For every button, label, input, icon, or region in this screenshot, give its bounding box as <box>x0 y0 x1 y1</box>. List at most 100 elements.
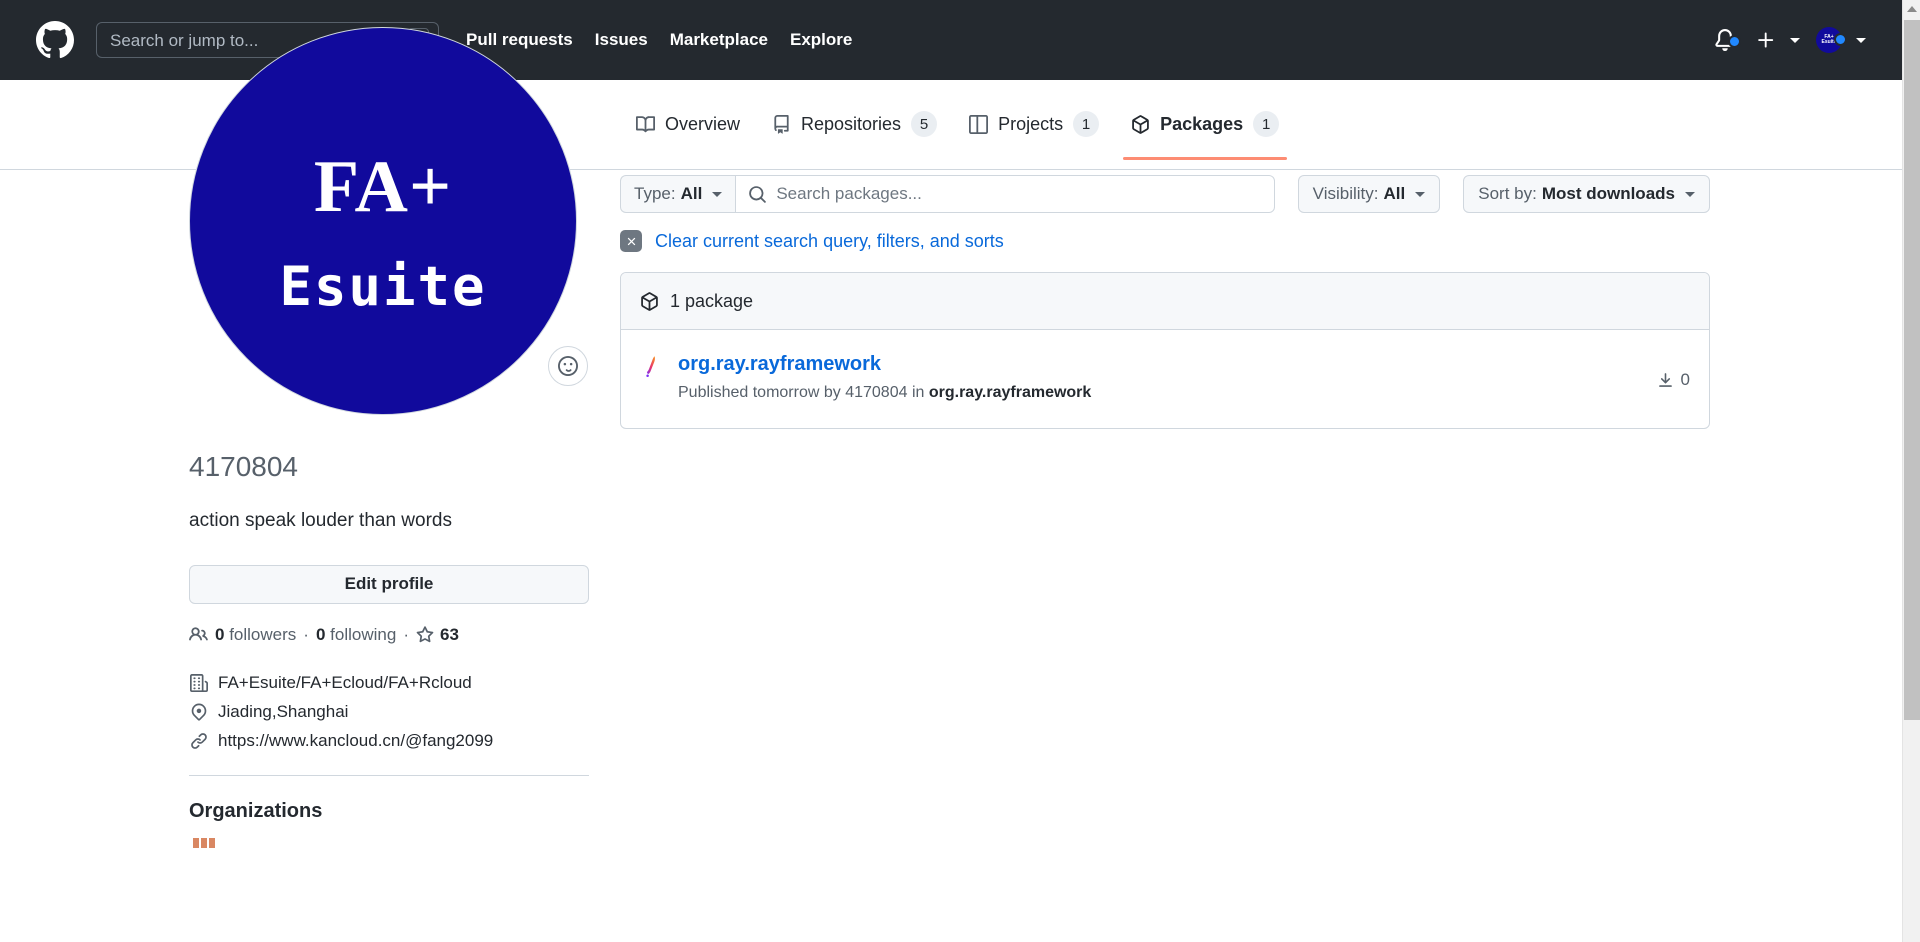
people-icon <box>189 625 215 644</box>
page-viewport: Search or jump to... / Pull requests Iss… <box>0 0 1902 942</box>
tab-projects-count: 1 <box>1073 111 1100 137</box>
edit-profile-button[interactable]: Edit profile <box>189 564 589 604</box>
tab-packages-count: 1 <box>1253 111 1280 137</box>
package-author: 4170804 <box>845 384 908 401</box>
user-menu-unread-dot <box>1834 33 1847 46</box>
stats-separator-2: · <box>403 624 409 644</box>
profile-detail-link[interactable]: https://www.kancloud.cn/@fang2099 <box>189 731 589 751</box>
page-scrollbar[interactable] <box>1902 0 1920 942</box>
profile-sidebar: FA+ Esuite 4170804 action speak louder t… <box>189 27 589 865</box>
user-menu-chevron-down-icon[interactable] <box>1856 37 1866 43</box>
notification-unread-dot <box>1728 35 1741 48</box>
book-icon <box>636 115 655 134</box>
page-body: FA+ Esuite 4170804 action speak louder t… <box>0 27 1902 942</box>
avatar-line-1: FA+ <box>313 146 453 228</box>
nav-marketplace[interactable]: Marketplace <box>659 30 779 50</box>
repo-icon <box>772 114 791 134</box>
profile-location-text: Jiading,Shanghai <box>218 701 349 721</box>
github-logo-icon[interactable] <box>36 21 74 59</box>
package-subtitle-mid: in <box>911 384 925 401</box>
following-count: 0 <box>315 624 326 644</box>
clear-filters-row[interactable]: Clear current search query, filters, and… <box>620 229 1710 253</box>
profile-link-text[interactable]: https://www.kancloud.cn/@fang2099 <box>218 731 493 751</box>
visibility-filter-prefix: Visibility: <box>1312 184 1379 203</box>
package-name-link[interactable]: org.ray.rayframework <box>678 352 1637 376</box>
organizations-list <box>189 834 589 865</box>
organizations-heading: Organizations <box>189 799 323 822</box>
tab-overview[interactable]: Overview <box>620 88 756 160</box>
profile-avatar[interactable]: FA+ Esuite <box>189 27 588 415</box>
profile-details-list: FA+Esuite/FA+Ecloud/FA+Rcloud Jiading,Sh… <box>189 673 589 751</box>
visibility-filter-value: All <box>1383 184 1406 203</box>
scrollbar-up-arrow-icon[interactable] <box>1903 0 1920 18</box>
main-content: Overview Repositories 5 Projects 1 Packa… <box>620 80 1710 429</box>
tab-projects[interactable]: Projects 1 <box>953 88 1115 160</box>
header-right-actions: FA+ Esuite <box>1704 27 1878 53</box>
scrollbar-thumb[interactable] <box>1904 20 1920 720</box>
link-icon <box>189 732 209 750</box>
package-info: org.ray.rayframework Published tomorrow … <box>678 352 1637 404</box>
organization-icon <box>189 673 209 692</box>
sort-by-dropdown[interactable]: Sort by: Most downloads <box>1463 175 1710 213</box>
packages-search-input[interactable]: Search packages... <box>735 175 1275 213</box>
packages-search-placeholder: Search packages... <box>776 184 922 203</box>
nav-issues[interactable]: Issues <box>584 30 659 50</box>
clear-filters-label[interactable]: Clear current search query, filters, and… <box>655 231 1004 252</box>
profile-detail-location: Jiading,Shanghai <box>189 702 589 722</box>
package-list-item[interactable]: org.ray.rayframework Published tomorrow … <box>621 330 1709 428</box>
following-link[interactable]: 0 following <box>316 625 396 645</box>
following-label: following <box>330 624 397 644</box>
chevron-down-icon <box>1685 191 1695 197</box>
create-new-plus-icon[interactable] <box>1746 30 1786 50</box>
profile-company-text: FA+Esuite/FA+Ecloud/FA+Rcloud <box>218 672 472 692</box>
visibility-filter-dropdown[interactable]: Visibility: All <box>1297 175 1441 213</box>
sort-by-prefix: Sort by: <box>1478 184 1537 203</box>
close-icon[interactable] <box>620 230 642 252</box>
create-new-chevron-down-icon[interactable] <box>1790 37 1800 43</box>
followers-label: followers <box>229 624 297 644</box>
notifications-bell-icon[interactable] <box>1704 29 1746 51</box>
org-avatar-bar <box>209 837 215 848</box>
tab-projects-label: Projects <box>998 113 1064 134</box>
triangle-up-icon <box>1906 6 1917 12</box>
sort-by-value: Most downloads <box>1541 184 1675 203</box>
smiley-icon[interactable] <box>548 346 588 386</box>
nav-explore[interactable]: Explore <box>779 30 863 50</box>
chevron-down-icon <box>1415 191 1426 197</box>
tab-repositories-label: Repositories <box>801 113 902 134</box>
tab-packages[interactable]: Packages 1 <box>1115 88 1295 160</box>
package-icon <box>1131 114 1150 134</box>
tab-overview-label: Overview <box>665 113 741 134</box>
package-subtitle: Published tomorrow by 4170804 in org.ray… <box>678 383 1637 404</box>
package-repository[interactable]: org.ray.rayframework <box>929 384 1091 401</box>
project-icon <box>969 114 989 134</box>
stats-separator-1: · <box>303 624 309 644</box>
type-filter-value: All <box>680 184 703 203</box>
org-avatar-bar <box>193 837 199 848</box>
chevron-down-icon <box>712 191 723 197</box>
followers-link[interactable]: 0 followers <box>215 625 296 645</box>
maven-icon <box>640 355 664 379</box>
tab-repositories[interactable]: Repositories 5 <box>756 88 953 160</box>
organization-avatar[interactable] <box>189 834 219 865</box>
packages-filter-bar: Type: All Search packages... Visibility:… <box>620 175 1710 213</box>
github-profile-packages-page: Search or jump to... / Pull requests Iss… <box>0 0 1920 942</box>
user-menu-button[interactable]: FA+ Esuite <box>1806 27 1852 53</box>
search-icon <box>748 185 767 204</box>
org-avatar-bar <box>201 837 207 848</box>
active-tab-underline <box>1123 157 1288 160</box>
tab-repositories-count: 5 <box>911 111 938 137</box>
type-filter-dropdown[interactable]: Type: All <box>620 175 736 213</box>
packages-list-box: 1 package org.ray.rayframework Published… <box>620 272 1710 429</box>
package-downloads: 0 <box>1637 370 1690 390</box>
profile-bio: action speak louder than words <box>189 510 452 531</box>
download-icon <box>1658 372 1672 387</box>
profile-divider <box>189 774 589 776</box>
profile-username: 4170804 <box>189 451 299 482</box>
location-icon <box>189 703 209 721</box>
profile-detail-company: FA+Esuite/FA+Ecloud/FA+Rcloud <box>189 673 589 693</box>
type-filter-prefix: Type: <box>634 184 676 203</box>
avatar-line-2: Esuite <box>279 255 487 318</box>
package-downloads-count: 0 <box>1680 370 1690 389</box>
stars-count[interactable]: 63 <box>440 625 459 645</box>
